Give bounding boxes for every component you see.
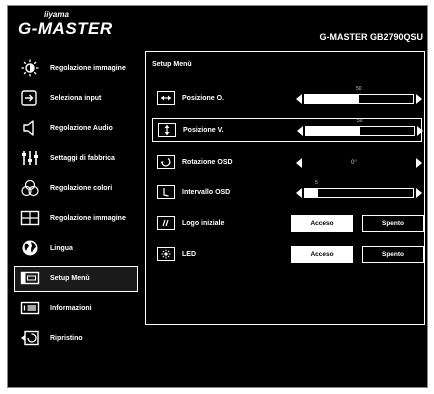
menu-item-label: Settaggi di fabbrica	[50, 155, 115, 162]
brightness-icon	[20, 59, 40, 77]
h-position-slider[interactable]: 50	[304, 86, 414, 104]
setup-menu-panel: Setup Menù Posizione O. 50 Posizione V. …	[145, 51, 425, 325]
increase-arrow[interactable]	[417, 126, 423, 136]
panel-title: Setup Menù	[152, 61, 192, 68]
menu-item-picture[interactable]: Regolazione immagine	[12, 54, 142, 84]
row-label: Rotazione OSD	[182, 159, 233, 166]
led-icon	[157, 247, 175, 261]
screen-icon	[20, 209, 40, 227]
row-startup-logo: Logo iniziale Acceso Spento	[146, 211, 424, 237]
menu-item-label: Seleziona input	[50, 95, 102, 102]
row-led: LED Acceso Spento	[146, 242, 424, 268]
info-icon	[20, 299, 40, 317]
osd-timeout-slider[interactable]: 5	[304, 180, 414, 198]
v-position-icon	[158, 123, 176, 137]
menu-item-setup[interactable]: Setup Menù	[12, 264, 142, 294]
logo-icon	[157, 216, 175, 230]
logo-on-button[interactable]: Acceso	[291, 215, 353, 232]
menu-item-reset[interactable]: Ripristino	[12, 324, 142, 354]
slider-value: 50	[356, 86, 362, 92]
led-off-button[interactable]: Spento	[362, 246, 424, 263]
reset-icon	[20, 329, 40, 347]
slider-value: 5	[315, 180, 318, 186]
row-label: LED	[182, 251, 196, 258]
rotation-value: 0°	[351, 160, 357, 166]
input-icon	[20, 89, 40, 107]
row-label: Logo iniziale	[182, 220, 225, 227]
h-position-icon	[157, 91, 175, 105]
row-osd-timeout[interactable]: Intervallo OSD 5	[146, 180, 424, 206]
menu-item-label: Regolazione immagine	[50, 65, 126, 72]
menu-item-color[interactable]: Regolazione colori	[12, 174, 142, 204]
osd-rotation-icon	[157, 155, 175, 169]
model-name: G-MASTER GB2790QSU	[319, 32, 423, 42]
menu-item-label: Regolazione immagine	[50, 215, 126, 222]
menu-item-language[interactable]: Lingua	[12, 234, 142, 264]
menu-item-label: Informazioni	[50, 305, 92, 312]
sliders-icon	[20, 149, 40, 167]
menu-item-label: Lingua	[50, 245, 73, 252]
slider-track	[318, 189, 413, 197]
rgb-icon	[20, 179, 40, 197]
row-label: Intervallo OSD	[182, 189, 231, 196]
row-osd-rotation[interactable]: Rotazione OSD 0°	[146, 150, 424, 176]
slider-track	[360, 127, 414, 135]
brand-small: iiyama	[44, 10, 69, 19]
decrease-arrow[interactable]	[296, 158, 302, 168]
decrease-arrow[interactable]	[297, 126, 303, 136]
decrease-arrow[interactable]	[296, 94, 302, 104]
osd-icon	[20, 269, 40, 287]
row-label: Posizione O.	[182, 95, 225, 102]
slider-value: 50	[357, 118, 363, 124]
menu-item-input[interactable]: Seleziona input	[12, 84, 142, 114]
menu-item-image[interactable]: Regolazione immagine	[12, 204, 142, 234]
menu-item-audio[interactable]: Regolazione Audio	[12, 114, 142, 144]
row-label: Posizione V.	[183, 127, 224, 134]
increase-arrow[interactable]	[416, 158, 422, 168]
menu-item-label: Setup Menù	[50, 275, 90, 282]
osd-window: iiyama G-MASTER G-MASTER GB2790QSU Regol…	[7, 5, 428, 388]
brand-name: G-MASTER	[18, 19, 113, 38]
menu-item-factory[interactable]: Settaggi di fabbrica	[12, 144, 142, 174]
globe-icon	[20, 239, 40, 257]
increase-arrow[interactable]	[416, 188, 422, 198]
led-on-button[interactable]: Acceso	[291, 246, 353, 263]
timer-icon	[157, 185, 175, 199]
menu-item-label: Regolazione colori	[50, 185, 113, 192]
slider-track	[359, 95, 413, 103]
menu-item-label: Regolazione Audio	[50, 125, 113, 132]
menu-item-label: Ripristino	[50, 335, 83, 342]
decrease-arrow[interactable]	[296, 188, 302, 198]
speaker-icon	[20, 119, 40, 137]
menu-item-info[interactable]: Informazioni	[12, 294, 142, 324]
increase-arrow[interactable]	[416, 94, 422, 104]
main-menu: Regolazione immagine Seleziona input Reg…	[12, 54, 142, 354]
row-v-position[interactable]: Posizione V. 50	[152, 118, 423, 142]
logo-off-button[interactable]: Spento	[362, 215, 424, 232]
v-position-slider[interactable]: 50	[305, 118, 415, 136]
row-h-position[interactable]: Posizione O. 50	[146, 86, 424, 112]
